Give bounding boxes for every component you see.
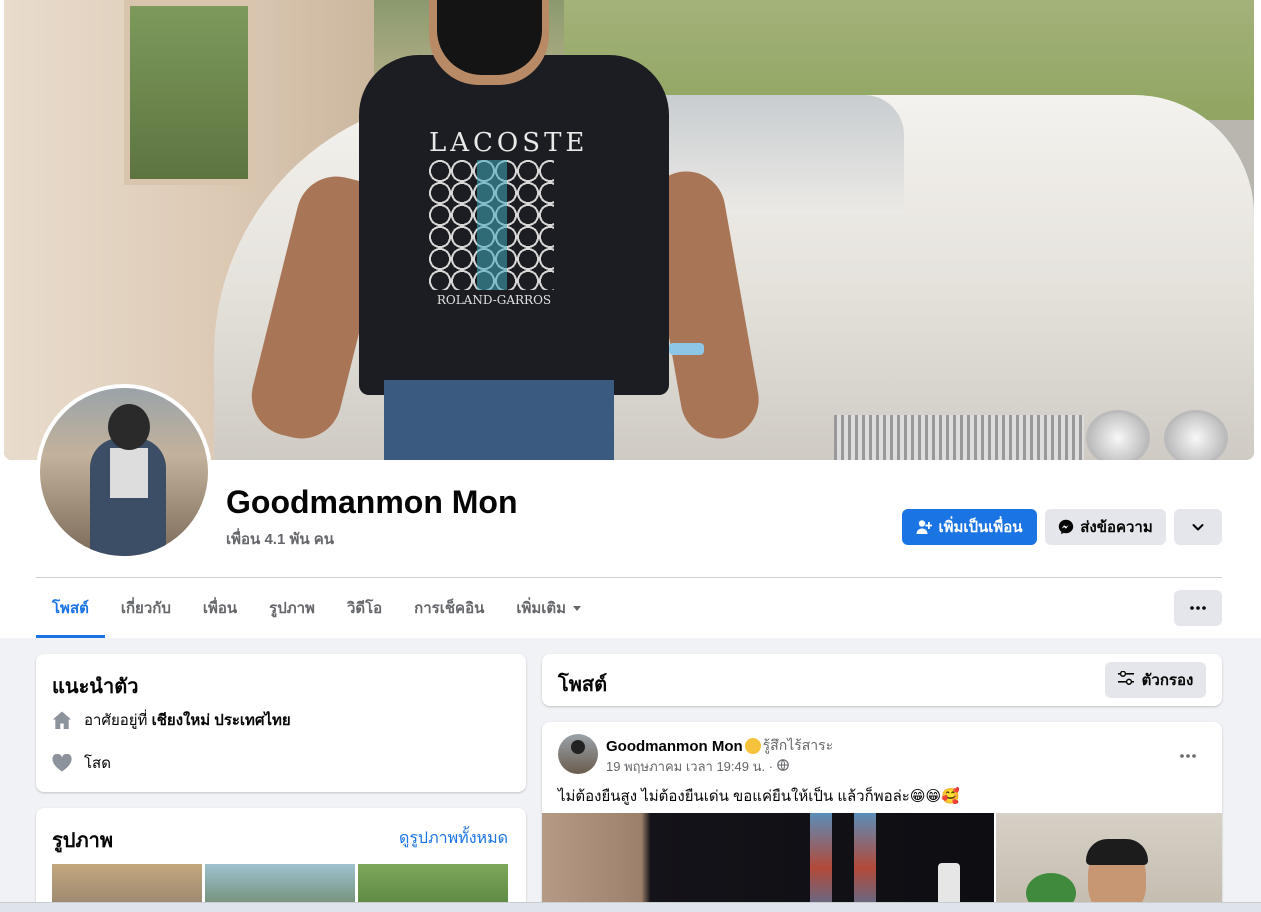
profile-name: Goodmanmon Mon xyxy=(226,484,518,520)
profile-avatar[interactable] xyxy=(36,384,212,560)
post-photo[interactable] xyxy=(996,813,1222,912)
post-text: ไม่ต้องยืนสูง ไม่ต้องยืนเด่น ขอแค่ยืนให้… xyxy=(558,788,960,805)
tab-label: เพิ่มเติม xyxy=(516,600,567,617)
intro-lives-row: อาศัยอยู่ที่ เชียงใหม่ ประเทศไทย xyxy=(52,708,291,732)
posts-title: โพสต์ xyxy=(558,674,608,696)
intro-lives-text: อาศัยอยู่ที่ เชียงใหม่ ประเทศไทย xyxy=(84,708,291,732)
post-timestamp[interactable]: 19 พฤษภาคม เวลา 19:49 น. · xyxy=(606,756,773,777)
tab-checkins[interactable]: การเช็คอิน xyxy=(398,578,500,638)
posts-header-card: โพสต์ ตัวกรอง xyxy=(542,654,1222,706)
avatar-head xyxy=(108,404,150,450)
shirt-brand-text: LACOSTE xyxy=(429,128,589,158)
intro-relationship-row: โสด xyxy=(52,751,111,775)
intro-lives-place[interactable]: เชียงใหม่ ประเทศไทย xyxy=(152,712,291,729)
tab-videos[interactable]: วิดีโอ xyxy=(331,578,398,638)
friends-count[interactable]: เพื่อน 4.1 พัน คน xyxy=(226,527,334,551)
person-plus-icon xyxy=(916,519,933,535)
cover-headlamp xyxy=(1086,410,1150,460)
caret-down-icon xyxy=(572,600,582,617)
intro-relationship-text: โสด xyxy=(84,755,111,772)
cover-grille xyxy=(834,415,1084,460)
message-label: ส่งข้อความ xyxy=(1080,519,1153,536)
feeling-emoji-icon xyxy=(744,738,761,754)
tab-label: วิดีโอ xyxy=(346,600,383,617)
cover-wristband xyxy=(669,343,704,355)
shirt-print xyxy=(429,160,554,290)
avatar-shirt xyxy=(110,448,148,498)
message-button[interactable]: ส่งข้อความ xyxy=(1045,509,1166,545)
shirt-sub-text: ROLAND-GARROS xyxy=(436,293,552,307)
cover-mask xyxy=(437,0,542,75)
cover-photo[interactable]: LACOSTE ROLAND-GARROS xyxy=(4,0,1254,460)
filter-button[interactable]: ตัวกรอง xyxy=(1105,662,1206,698)
photos-title: รูปภาพ xyxy=(52,830,114,852)
globe-icon xyxy=(777,759,789,774)
sliders-icon xyxy=(1117,670,1134,689)
post-options-button[interactable] xyxy=(1170,736,1206,772)
post-meta: 19 พฤษภาคม เวลา 19:49 น. · xyxy=(606,756,789,777)
tab-label: เกี่ยวกับ xyxy=(120,600,171,617)
tabs-more-button[interactable] xyxy=(1174,590,1222,626)
messenger-icon xyxy=(1058,519,1074,535)
profile-options-dropdown[interactable] xyxy=(1174,509,1222,545)
intro-title: แนะนำตัว xyxy=(52,676,139,698)
see-all-photos-link[interactable]: ดูรูปภาพทั้งหมด xyxy=(399,826,508,851)
chevron-down-icon xyxy=(1191,520,1205,534)
tab-label: โพสต์ xyxy=(52,600,89,617)
post-author-row: Goodmanmon Mon รู้สึกไร้สาระ xyxy=(606,735,833,757)
cover-jeans xyxy=(384,380,614,460)
tab-label: รูปภาพ xyxy=(269,600,315,617)
post-photo[interactable] xyxy=(542,813,994,912)
tab-friends[interactable]: เพื่อน xyxy=(187,578,253,638)
post-feeling: รู้สึกไร้สาระ xyxy=(762,737,834,753)
cover-window xyxy=(124,0,254,185)
photo-hair xyxy=(1086,839,1148,865)
bottom-scroll-strip xyxy=(0,902,1261,912)
cover-headlamp xyxy=(1164,410,1228,460)
tab-label: เพื่อน xyxy=(202,600,238,617)
photos-card: รูปภาพ ดูรูปภาพทั้งหมด xyxy=(36,808,526,912)
photo-banner xyxy=(810,813,832,912)
profile-tabs: โพสต์ เกี่ยวกับ เพื่อน รูปภาพ วิดีโอ การ… xyxy=(36,578,598,638)
home-icon xyxy=(52,710,72,730)
post-author-avatar[interactable] xyxy=(558,734,598,774)
tab-more[interactable]: เพิ่มเติม xyxy=(500,578,598,638)
tab-posts[interactable]: โพสต์ xyxy=(36,578,105,638)
filter-label: ตัวกรอง xyxy=(1141,672,1194,689)
tab-photos[interactable]: รูปภาพ xyxy=(253,578,331,638)
add-friend-button[interactable]: เพิ่มเป็นเพื่อน xyxy=(902,509,1037,545)
tab-label: การเช็คอิน xyxy=(414,600,485,617)
post-author-name[interactable]: Goodmanmon Mon xyxy=(606,738,743,755)
ellipsis-icon xyxy=(1190,606,1206,610)
post-card: Goodmanmon Mon รู้สึกไร้สาระ 19 พฤษภาคม … xyxy=(542,722,1222,912)
intro-card: แนะนำตัว อาศัยอยู่ที่ เชียงใหม่ ประเทศไท… xyxy=(36,654,526,792)
tab-about[interactable]: เกี่ยวกับ xyxy=(105,578,187,638)
heart-icon xyxy=(52,753,72,773)
ellipsis-icon xyxy=(1180,745,1196,763)
add-friend-label: เพิ่มเป็นเพื่อน xyxy=(938,519,1023,536)
intro-lives-prefix: อาศัยอยู่ที่ xyxy=(84,712,148,729)
photo-banner xyxy=(854,813,876,912)
